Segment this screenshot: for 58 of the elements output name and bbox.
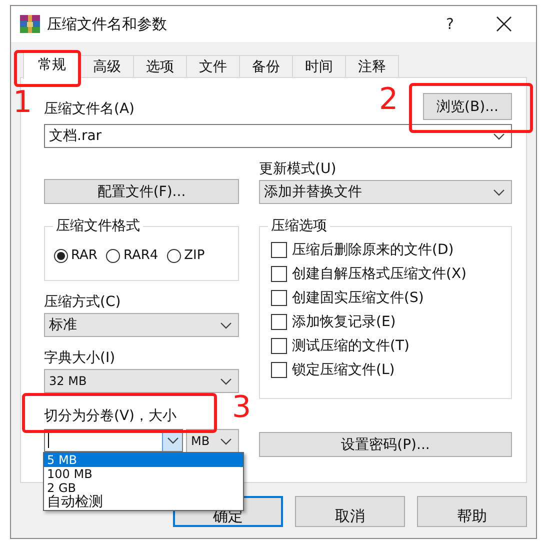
help-button[interactable]: ?: [430, 14, 470, 34]
compression-method-combo[interactable]: 标准: [44, 313, 239, 337]
chevron-icon: [493, 132, 505, 140]
update-mode-label: 更新模式(U): [259, 160, 338, 178]
callout-number: 3: [232, 393, 252, 423]
checkbox-label: 创建自解压格式压缩文件(X): [292, 265, 467, 283]
checkbox-label: 测试压缩的文件(T): [292, 337, 410, 355]
archive-name-label: 压缩文件名(A): [44, 100, 135, 118]
tab[interactable]: 高级: [81, 55, 134, 78]
radio-option[interactable]: RAR4: [106, 248, 158, 263]
dictionary-size-combo[interactable]: 32 MB: [44, 369, 239, 393]
chevron-icon: [220, 322, 232, 328]
tab[interactable]: 时间: [293, 55, 346, 78]
callout-number: 1: [13, 88, 32, 118]
archive-name-combo[interactable]: 文档.rar: [44, 124, 512, 148]
dropdown-item[interactable]: 100 MB: [44, 467, 243, 481]
profiles-button[interactable]: 配置文件(F)...: [44, 179, 239, 204]
callout-number: 2: [379, 85, 398, 115]
dropdown-item[interactable]: 2 GB: [44, 481, 243, 495]
tab[interactable]: 常规: [23, 52, 81, 79]
dropdown-item[interactable]: 5 MB: [44, 453, 243, 467]
tab[interactable]: 选项: [134, 55, 187, 78]
radio-label: RAR: [71, 248, 98, 263]
dialog-button[interactable]: 取消: [295, 496, 405, 527]
callout-frame: [14, 50, 81, 87]
dictionary-size-label: 字典大小(I): [44, 349, 116, 367]
checkbox-option[interactable]: 测试压缩的文件(T): [260, 334, 511, 358]
chevron-icon: [220, 438, 232, 444]
set-password-button[interactable]: 设置密码(P)...: [259, 432, 512, 457]
checkbox-option[interactable]: 创建自解压格式压缩文件(X): [260, 262, 511, 286]
tab[interactable]: 注释: [346, 55, 399, 78]
compression-method-label: 压缩方式(C): [44, 293, 122, 311]
tab[interactable]: 文件: [187, 55, 240, 78]
chevron-icon: [493, 188, 505, 196]
browse-button[interactable]: 浏览(B)...: [423, 93, 512, 120]
radio-label: RAR4: [123, 248, 158, 263]
radio-option[interactable]: ZIP: [167, 248, 205, 263]
checkbox-label: 创建固实压缩文件(S): [292, 289, 424, 307]
archive-app-icon: [20, 15, 40, 33]
radio-option[interactable]: RAR: [54, 248, 98, 263]
close-icon[interactable]: [496, 16, 512, 32]
update-mode-combo[interactable]: 添加并替换文件: [259, 180, 512, 204]
tab[interactable]: 备份: [240, 55, 293, 78]
checkbox-option[interactable]: 添加恢复记录(E): [260, 310, 511, 334]
checkbox-label: 压缩后删除原来的文件(D): [292, 241, 454, 259]
split-volume-label: 切分为分卷(V)，大小: [44, 407, 178, 425]
group-title: 压缩文件格式: [53, 217, 143, 235]
dialog-button[interactable]: 帮助: [417, 496, 527, 527]
checkbox-option[interactable]: 锁定压缩文件(L): [260, 358, 511, 382]
checkbox-label: 添加恢复记录(E): [292, 313, 396, 331]
chevron-icon: [166, 437, 178, 444]
checkbox-option[interactable]: 压缩后删除原来的文件(D): [260, 238, 511, 262]
group-title: 压缩选项: [268, 217, 330, 235]
radio-label: ZIP: [184, 248, 205, 263]
window-title: 压缩文件名和参数: [47, 14, 168, 34]
chevron-icon: [220, 378, 232, 384]
checkbox-option[interactable]: 创建固实压缩文件(S): [260, 286, 511, 310]
checkbox-label: 锁定压缩文件(L): [292, 361, 395, 379]
